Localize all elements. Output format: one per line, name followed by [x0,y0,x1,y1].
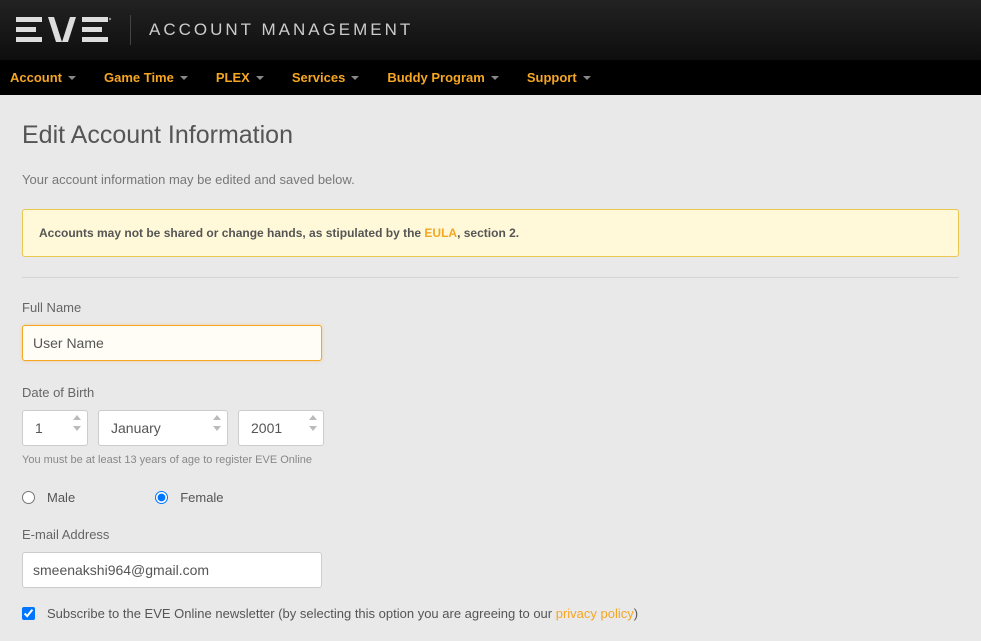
fullname-input[interactable] [22,325,322,361]
chevron-down-icon [256,76,264,80]
page-subtitle: Your account information may be edited a… [22,172,959,187]
header-divider [130,15,131,45]
fullname-label: Full Name [22,300,959,315]
chevron-down-icon[interactable] [213,426,221,431]
gender-female-radio[interactable] [155,491,168,504]
nav-services[interactable]: Services [292,70,360,85]
email-input[interactable] [22,552,322,588]
newsletter-prefix: Subscribe to the EVE Online newsletter (… [47,606,556,621]
nav-plex[interactable]: PLEX [216,70,264,85]
page-title: Edit Account Information [22,121,959,150]
dob-year-value: 2001 [251,420,282,436]
nav-account[interactable]: Account [10,70,76,85]
dob-group: Date of Birth 1 January 2001 [22,385,959,466]
gender-male-label: Male [47,490,75,505]
dob-hint: You must be at least 13 years of age to … [22,454,959,466]
header-title: ACCOUNT MANAGEMENT [149,20,413,40]
newsletter-row: Subscribe to the EVE Online newsletter (… [22,606,959,621]
newsletter-suffix: ) [634,606,638,621]
chevron-up-icon[interactable] [213,415,221,420]
header-bar: ACCOUNT MANAGEMENT [0,0,981,60]
nav-label: Buddy Program [387,70,485,85]
nav-label: Services [292,70,346,85]
privacy-policy-link[interactable]: privacy policy [556,606,634,621]
main-nav: Account Game Time PLEX Services Buddy Pr… [0,60,981,95]
nav-buddy-program[interactable]: Buddy Program [387,70,499,85]
newsletter-text: Subscribe to the EVE Online newsletter (… [47,606,638,621]
chevron-up-icon[interactable] [309,415,317,420]
gender-female-label: Female [180,490,223,505]
gender-male-radio[interactable] [22,491,35,504]
spinner-arrows [73,415,81,431]
content-area: Edit Account Information Your account in… [0,95,981,641]
eve-logo[interactable] [16,17,112,43]
email-label: E-mail Address [22,527,959,542]
fullname-group: Full Name [22,300,959,361]
chevron-up-icon[interactable] [73,415,81,420]
dob-month-value: January [111,420,161,436]
chevron-down-icon [583,76,591,80]
nav-label: Support [527,70,577,85]
nav-label: PLEX [216,70,250,85]
nav-game-time[interactable]: Game Time [104,70,188,85]
chevron-down-icon[interactable] [309,426,317,431]
section-divider [22,277,959,278]
dob-month-spinner[interactable]: January [98,410,228,446]
chevron-down-icon [180,76,188,80]
dob-day-value: 1 [35,420,43,436]
nav-label: Account [10,70,62,85]
logo-area: ACCOUNT MANAGEMENT [16,15,413,45]
newsletter-checkbox[interactable] [22,607,35,620]
warning-text-prefix: Accounts may not be shared or change han… [39,226,424,240]
warning-text-suffix: , section 2. [457,226,519,240]
chevron-down-icon [351,76,359,80]
dob-year-spinner[interactable]: 2001 [238,410,324,446]
spinner-arrows [309,415,317,431]
dob-label: Date of Birth [22,385,959,400]
chevron-down-icon [491,76,499,80]
gender-male-option[interactable]: Male [22,490,75,505]
dob-day-spinner[interactable]: 1 [22,410,88,446]
warning-banner: Accounts may not be shared or change han… [22,209,959,257]
eula-link[interactable]: EULA [424,226,457,240]
email-group: E-mail Address [22,527,959,588]
chevron-down-icon[interactable] [73,426,81,431]
gender-row: Male Female [22,490,959,505]
gender-female-option[interactable]: Female [155,490,223,505]
nav-support[interactable]: Support [527,70,591,85]
dob-row: 1 January 2001 [22,410,959,446]
spinner-arrows [213,415,221,431]
chevron-down-icon [68,76,76,80]
nav-label: Game Time [104,70,174,85]
